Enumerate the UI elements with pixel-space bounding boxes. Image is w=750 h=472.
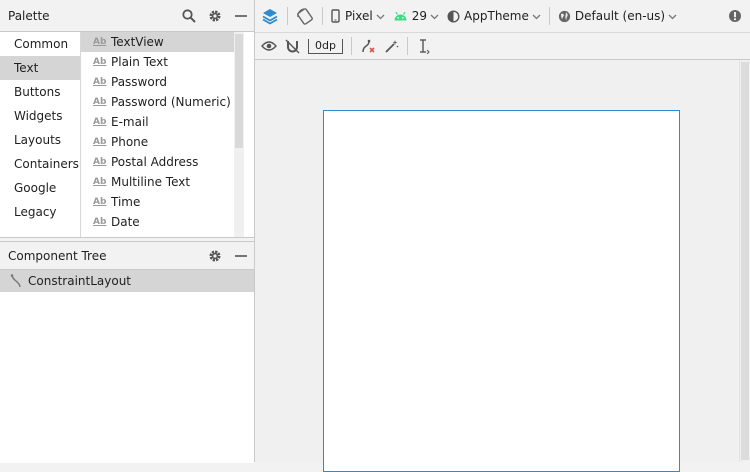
text-widget-icon: Ab <box>93 177 107 187</box>
widget-textview[interactable]: Ab TextView <box>81 32 244 52</box>
device-selector[interactable]: Pixel <box>327 4 389 28</box>
category-buttons[interactable]: Buttons <box>0 80 80 104</box>
locale-selector[interactable]: Default (en-us) <box>554 4 681 28</box>
theme-selector[interactable]: AppTheme <box>443 4 545 28</box>
widget-label: Multiline Text <box>111 175 191 189</box>
text-widget-icon: Ab <box>93 77 107 87</box>
gear-icon[interactable] <box>202 0 228 31</box>
text-widget-icon: Ab <box>93 117 107 127</box>
chevron-down-icon <box>668 9 677 23</box>
search-icon[interactable] <box>176 0 202 31</box>
guidelines-icon[interactable] <box>412 34 434 58</box>
widget-phone[interactable]: Ab Phone <box>81 132 244 152</box>
tree-item-label: ConstraintLayout <box>28 274 132 288</box>
widget-multiline-text[interactable]: Ab Multiline Text <box>81 172 244 192</box>
theme-label: AppTheme <box>464 9 529 23</box>
android-icon <box>393 11 408 21</box>
palette-widgets: Ab TextView Ab Plain Text Ab Password Ab… <box>81 32 244 237</box>
palette-scrollbar[interactable] <box>234 32 244 237</box>
category-text[interactable]: Text <box>0 56 80 80</box>
category-google[interactable]: Google <box>0 176 80 200</box>
category-common[interactable]: Common <box>0 32 80 56</box>
palette-header: Palette <box>0 0 254 32</box>
layers-icon[interactable] <box>255 4 283 28</box>
text-widget-icon: Ab <box>93 97 107 107</box>
toolbar-separator <box>322 7 323 25</box>
widget-label: Phone <box>111 135 149 149</box>
design-sub-toolbar: 0dp <box>255 33 750 60</box>
phone-icon <box>331 9 340 23</box>
api-level-selector[interactable]: 29 <box>389 4 443 28</box>
gear-icon[interactable] <box>202 241 228 272</box>
palette-scrollbar-thumb[interactable] <box>235 34 243 148</box>
widget-postal-address[interactable]: Ab Postal Address <box>81 152 244 172</box>
palette-body: Common Text Buttons Widgets Layouts Cont… <box>0 32 254 238</box>
device-screen-preview[interactable] <box>323 110 680 472</box>
chevron-down-icon <box>532 9 541 23</box>
text-widget-icon: Ab <box>93 217 107 227</box>
text-widget-icon: Ab <box>93 157 107 167</box>
category-widgets[interactable]: Widgets <box>0 104 80 128</box>
widget-label: E-mail <box>111 115 149 129</box>
palette-title: Palette <box>8 8 50 23</box>
component-tree-title: Component Tree <box>8 249 107 263</box>
category-legacy[interactable]: Legacy <box>0 200 80 224</box>
toolbar-separator <box>548 7 550 25</box>
widget-label: Password <box>111 75 168 89</box>
infer-constraints-icon[interactable] <box>380 34 403 58</box>
text-widget-icon: Ab <box>93 37 107 47</box>
clear-constraints-icon[interactable] <box>356 34 380 58</box>
palette-categories: Common Text Buttons Widgets Layouts Cont… <box>0 32 81 237</box>
default-margin-value: 0dp <box>308 38 343 54</box>
widget-date[interactable]: Ab Date <box>81 212 244 232</box>
widget-label: Password (Numeric) <box>111 95 231 109</box>
left-panel: Palette Common Text Buttons Widgets Layo… <box>0 0 255 463</box>
widget-label: Postal Address <box>111 155 199 169</box>
tree-item-constraintlayout[interactable]: ConstraintLayout <box>0 270 254 292</box>
category-containers[interactable]: Containers <box>0 152 80 176</box>
design-toolbar: Pixel 29 AppTheme Default (en-us) <box>255 0 750 33</box>
toolbar-separator <box>287 7 288 25</box>
api-level-label: 29 <box>411 9 428 23</box>
minimize-icon[interactable] <box>228 241 254 272</box>
chevron-down-icon <box>430 9 439 23</box>
text-widget-icon: Ab <box>93 57 107 67</box>
toolbar-separator <box>406 37 408 55</box>
default-margin-selector[interactable]: 0dp <box>304 34 347 58</box>
widget-password[interactable]: Ab Password <box>81 72 244 92</box>
theme-icon <box>447 9 460 23</box>
widget-label: TextView <box>111 35 164 49</box>
canvas-scrollbar-thumb[interactable] <box>741 62 749 460</box>
magnet-off-icon[interactable] <box>281 34 304 58</box>
orientation-icon[interactable] <box>292 4 318 28</box>
widget-label: Date <box>111 215 140 229</box>
widget-plain-text[interactable]: Ab Plain Text <box>81 52 244 72</box>
widget-label: Plain Text <box>111 55 168 69</box>
widget-time[interactable]: Ab Time <box>81 192 244 212</box>
chevron-down-icon <box>376 9 385 23</box>
widget-email[interactable]: Ab E-mail <box>81 112 244 132</box>
globe-icon <box>558 10 571 23</box>
category-layouts[interactable]: Layouts <box>0 128 80 152</box>
component-tree-header: Component Tree <box>0 241 254 270</box>
device-label: Pixel <box>345 9 373 23</box>
constraint-icon <box>10 274 22 288</box>
locale-label: Default (en-us) <box>574 9 666 23</box>
widget-password-numeric[interactable]: Ab Password (Numeric) <box>81 92 244 112</box>
text-widget-icon: Ab <box>93 137 107 147</box>
eye-icon[interactable] <box>255 34 281 58</box>
minimize-icon[interactable] <box>228 0 254 31</box>
component-tree: ConstraintLayout <box>0 269 254 463</box>
warning-icon[interactable] <box>724 4 750 28</box>
toolbar-separator <box>350 37 352 55</box>
widget-label: Time <box>111 195 141 209</box>
text-widget-icon: Ab <box>93 197 107 207</box>
